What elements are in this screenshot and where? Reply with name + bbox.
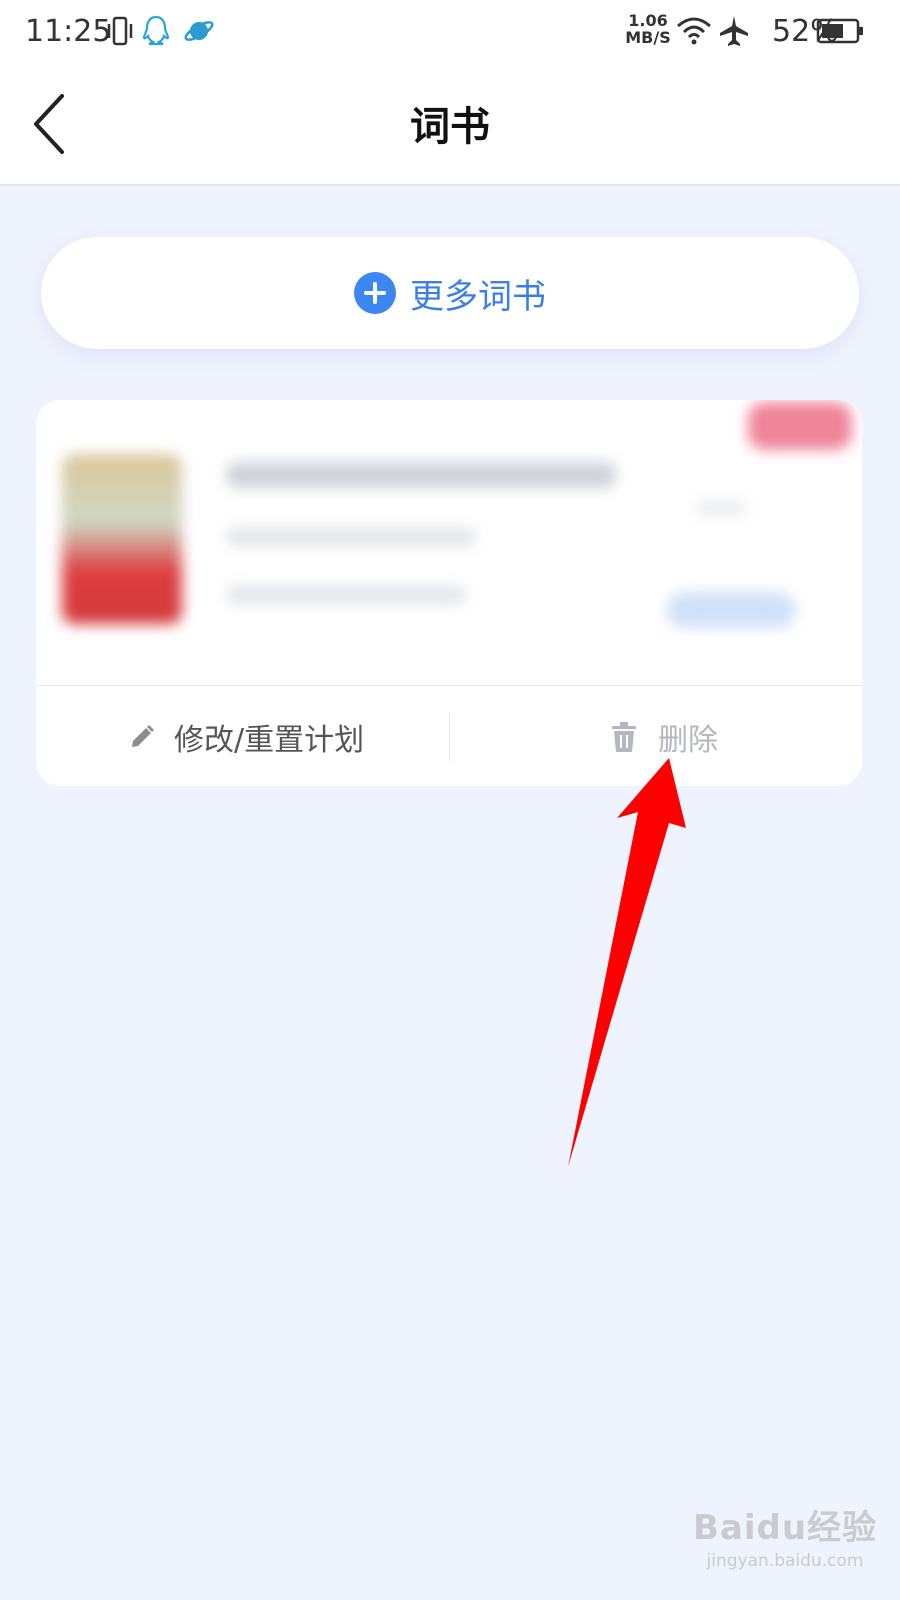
- more-books-button[interactable]: 更多词书: [41, 237, 859, 349]
- status-time: 11:25: [25, 14, 112, 49]
- watermark-logo: Baidu经验: [692, 1508, 878, 1548]
- vibrate-icon: [107, 16, 133, 46]
- status-bar: 11:25 1.06 MB/S 52%: [0, 0, 900, 64]
- book-badge-blurred: [748, 402, 852, 450]
- action-separator: [449, 713, 450, 761]
- plus-circle-icon: [354, 272, 396, 314]
- page-title: 词书: [410, 104, 490, 150]
- trash-icon: [612, 722, 636, 752]
- watermark-url: jingyan.baidu.com: [706, 1551, 864, 1571]
- edit-plan-label: 修改/重置计划: [174, 723, 365, 758]
- edit-plan-button[interactable]: 修改/重置计划: [128, 710, 364, 764]
- book-meta-blurred: [226, 528, 476, 546]
- book-cover: [62, 454, 182, 624]
- red-arrow-icon: [568, 758, 686, 1167]
- network-speed-value: 1.06: [628, 11, 668, 30]
- card-divider: [36, 685, 862, 686]
- qq-icon: [142, 15, 170, 46]
- watermark: Baidu经验 jingyan.baidu.com: [690, 1500, 880, 1571]
- battery-icon: [816, 18, 863, 44]
- book-info-blurred[interactable]: [36, 400, 862, 683]
- pencil-icon: [132, 725, 154, 747]
- book-stat-blurred: [696, 500, 746, 516]
- delete-label: 删除: [658, 723, 718, 758]
- airplane-icon: [720, 16, 748, 46]
- book-title-blurred: [226, 462, 616, 488]
- book-progress-blurred: [226, 586, 466, 604]
- network-speed-unit: MB/S: [625, 28, 671, 47]
- book-card: 修改/重置计划 删除: [36, 400, 862, 786]
- delete-button[interactable]: 删除: [610, 710, 718, 764]
- more-books-label: 更多词书: [410, 276, 546, 317]
- wifi-icon: [677, 17, 711, 45]
- planet-app-icon: [184, 21, 214, 41]
- network-speed: 1.06 MB/S: [624, 12, 672, 46]
- study-button-blurred: [666, 592, 796, 628]
- app-header: 词书: [0, 64, 900, 186]
